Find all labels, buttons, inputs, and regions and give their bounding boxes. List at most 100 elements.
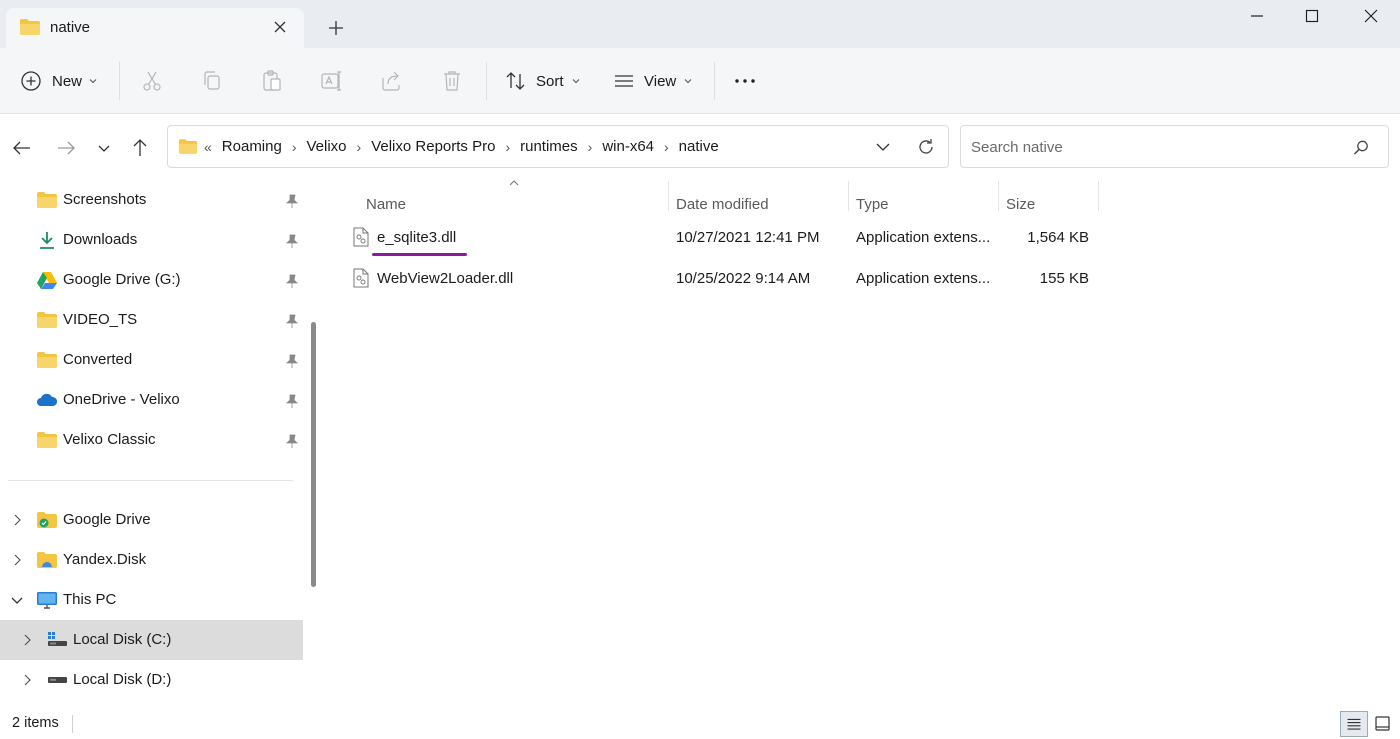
chevron-right-icon[interactable] <box>19 672 35 688</box>
file-row[interactable]: e_sqlite3.dll 10/27/2021 12:41 PM Applic… <box>345 219 1105 257</box>
sidebar-item-label: Local Disk (C:) <box>73 631 172 648</box>
column-header-size[interactable]: Size <box>1006 187 1035 221</box>
chevron-down-icon[interactable] <box>9 592 25 608</box>
pin-icon[interactable] <box>284 353 300 369</box>
sidebar-item-local-disk-d[interactable]: Local Disk (D:) <box>0 660 303 700</box>
file-row[interactable]: WebView2Loader.dll 10/25/2022 9:14 AM Ap… <box>345 260 1105 298</box>
sidebar-item-label: Google Drive (G:) <box>63 271 181 288</box>
sidebar-item-google-drive[interactable]: Google Drive <box>0 500 303 540</box>
chevron-right-icon[interactable] <box>9 512 25 528</box>
sidebar-item-google-drive-g[interactable]: Google Drive (G:) <box>0 260 303 300</box>
sidebar-item-screenshots[interactable]: Screenshots <box>0 180 303 220</box>
breadcrumb-separator-icon[interactable]: › <box>499 139 516 155</box>
forward-arrow-icon[interactable] <box>53 135 79 161</box>
plus-circle-icon <box>21 71 41 91</box>
column-divider[interactable] <box>998 181 999 211</box>
sidebar-item-label: VIDEO_TS <box>63 311 138 328</box>
back-arrow-icon[interactable] <box>9 135 35 161</box>
paste-icon[interactable] <box>259 68 285 94</box>
breadcrumb-separator-icon[interactable]: › <box>582 139 599 155</box>
maximize-icon[interactable] <box>1289 4 1335 28</box>
breadcrumb: « Roaming › Velixo › Velixo Reports Pro … <box>178 126 723 167</box>
file-date: 10/27/2021 12:41 PM <box>676 229 820 246</box>
onedrive-icon <box>37 393 58 406</box>
details-view-icon[interactable] <box>1340 711 1368 737</box>
sidebar-item-yandex-disk[interactable]: Yandex.Disk <box>0 540 303 580</box>
sidebar-item-label: Velixo Classic <box>63 431 156 448</box>
sidebar-item-local-disk-c[interactable]: Local Disk (C:) <box>0 620 303 660</box>
breadcrumb-win-x64[interactable]: win-x64 <box>598 138 658 155</box>
search-input[interactable] <box>971 137 1331 157</box>
file-list: Name Date modified Type Size e_sqlite3.d… <box>323 179 1400 709</box>
close-tab-icon[interactable] <box>269 16 291 38</box>
breadcrumb-separator-icon[interactable]: › <box>351 139 368 155</box>
column-header-label: Size <box>1006 195 1036 213</box>
sidebar-item-label: OneDrive - Velixo <box>63 391 180 408</box>
column-header-type[interactable]: Type <box>856 187 889 221</box>
sidebar-item-converted[interactable]: Converted <box>0 340 303 380</box>
new-tab-icon[interactable] <box>324 16 348 40</box>
pin-icon[interactable] <box>284 193 300 209</box>
view-list-icon <box>615 75 633 87</box>
file-size: 155 KB <box>1039 270 1089 287</box>
breadcrumb-native[interactable]: native <box>675 138 723 155</box>
breadcrumb-runtimes[interactable]: runtimes <box>516 138 582 155</box>
share-icon[interactable] <box>379 68 405 94</box>
toolbar-divider <box>119 62 120 100</box>
search-icon[interactable] <box>1352 139 1370 157</box>
address-row: « Roaming › Velixo › Velixo Reports Pro … <box>0 115 1400 179</box>
breadcrumb-overflow[interactable]: « <box>204 139 218 155</box>
new-label: New <box>52 72 83 90</box>
column-header-name[interactable]: Name <box>366 187 406 221</box>
chevron-right-icon[interactable] <box>9 552 25 568</box>
breadcrumb-separator-icon[interactable]: › <box>286 139 303 155</box>
breadcrumb-roaming[interactable]: Roaming <box>218 138 286 155</box>
sidebar-item-this-pc[interactable]: This PC <box>0 580 303 620</box>
breadcrumb-velixo-reports-pro[interactable]: Velixo Reports Pro <box>367 138 499 155</box>
sidebar-scrollbar[interactable] <box>311 322 316 587</box>
pin-icon[interactable] <box>284 433 300 449</box>
search-box[interactable] <box>960 125 1389 168</box>
column-divider[interactable] <box>848 181 849 211</box>
close-icon[interactable] <box>1348 4 1394 28</box>
sidebar-item-video-ts[interactable]: VIDEO_TS <box>0 300 303 340</box>
new-button[interactable]: New <box>20 66 98 96</box>
tiles-view-icon[interactable] <box>1369 711 1397 737</box>
file-name: e_sqlite3.dll <box>377 229 457 246</box>
pin-icon[interactable] <box>284 233 300 249</box>
tab-native[interactable]: native <box>6 8 304 48</box>
chevron-down-icon <box>572 79 579 84</box>
column-divider[interactable] <box>1098 181 1099 211</box>
address-bar[interactable]: « Roaming › Velixo › Velixo Reports Pro … <box>167 125 949 168</box>
sidebar-item-label: Google Drive <box>63 511 151 528</box>
chevron-right-icon[interactable] <box>19 632 35 648</box>
cut-icon[interactable] <box>139 68 165 94</box>
view-button[interactable]: View <box>613 66 693 96</box>
pin-icon[interactable] <box>284 273 300 289</box>
copy-icon[interactable] <box>199 68 225 94</box>
title-bar: native <box>0 0 1400 48</box>
sort-button[interactable]: Sort <box>505 66 581 96</box>
breadcrumb-velixo[interactable]: Velixo <box>303 138 351 155</box>
sidebar-item-label: Downloads <box>63 231 138 248</box>
up-arrow-icon[interactable] <box>127 135 153 161</box>
more-icon[interactable] <box>732 68 758 94</box>
recent-locations-chevron-icon[interactable] <box>91 135 117 161</box>
sidebar-item-downloads[interactable]: Downloads <box>0 220 303 260</box>
sidebar-item-onedrive[interactable]: OneDrive - Velixo <box>0 380 303 420</box>
file-type: Application extens... <box>856 270 991 287</box>
minimize-icon[interactable] <box>1234 4 1280 28</box>
rename-icon[interactable] <box>319 68 345 94</box>
column-divider[interactable] <box>668 181 669 211</box>
dll-file-icon <box>353 227 369 247</box>
column-header-date[interactable]: Date modified <box>676 187 769 221</box>
breadcrumb-separator-icon[interactable]: › <box>658 139 675 155</box>
delete-icon[interactable] <box>439 68 465 94</box>
toolbar-divider <box>486 62 487 100</box>
pin-icon[interactable] <box>284 393 300 409</box>
pin-icon[interactable] <box>284 313 300 329</box>
sidebar-item-velixo-classic[interactable]: Velixo Classic <box>0 420 303 460</box>
refresh-icon[interactable] <box>915 136 937 158</box>
yandex-disk-icon <box>37 552 57 568</box>
address-history-chevron-icon[interactable] <box>872 136 894 158</box>
